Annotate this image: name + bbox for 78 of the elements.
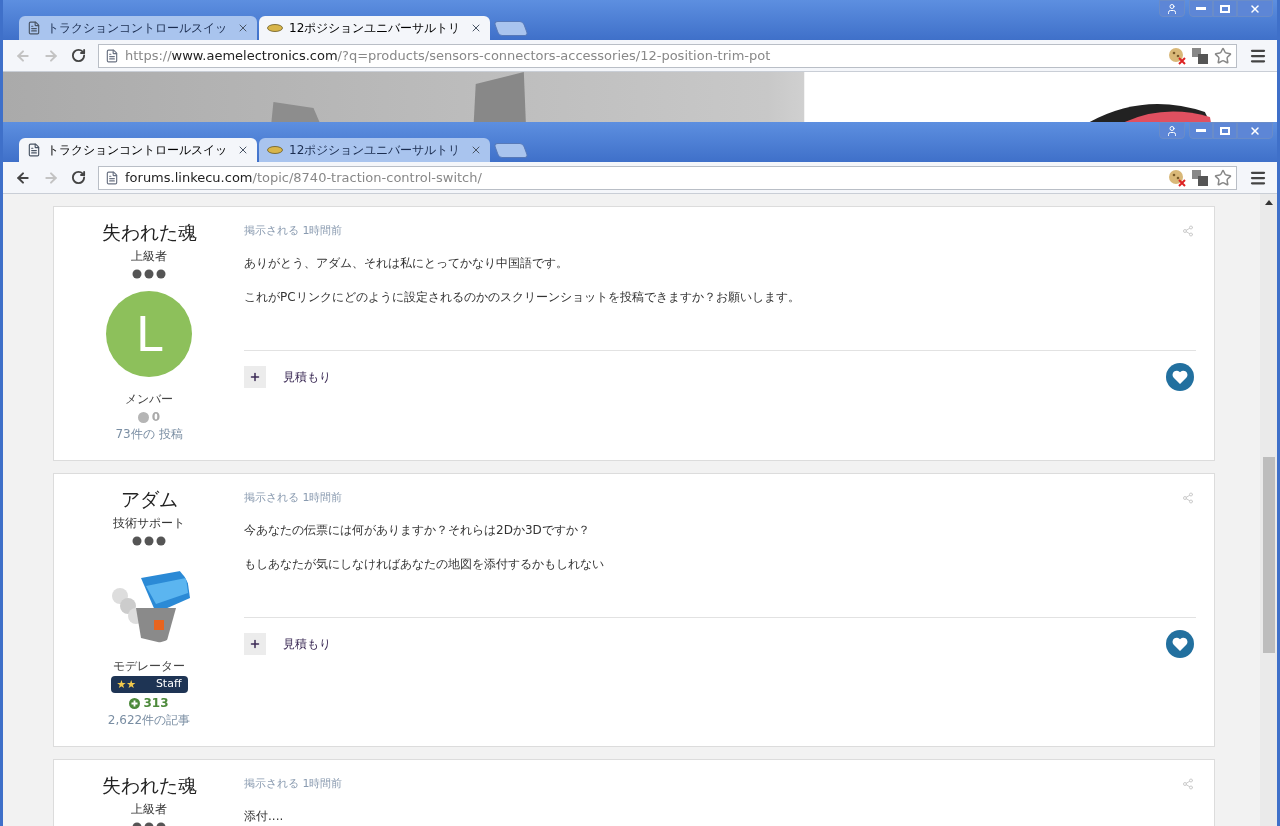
bookmark-star-icon[interactable] bbox=[1214, 168, 1232, 187]
user-icon bbox=[1166, 2, 1178, 15]
browser-tab[interactable]: トラクションコントロールスイッ bbox=[19, 138, 257, 162]
badge-stars: ★★ bbox=[116, 679, 137, 690]
close-icon[interactable] bbox=[237, 144, 249, 156]
close-icon bbox=[1249, 124, 1261, 137]
author-name[interactable]: アダム bbox=[120, 486, 178, 512]
close-button[interactable] bbox=[1237, 122, 1273, 139]
close-icon bbox=[1249, 2, 1261, 15]
user-icon bbox=[1166, 124, 1178, 137]
scroll-up-icon[interactable] bbox=[1264, 200, 1273, 205]
url-text: forums.linkecu.com/topic/8740-traction-control-switch/ bbox=[125, 168, 483, 187]
url-text: https://www.aemelectronics.com/?q=products/sensors-connectors-accessories/12-position-trim-pot bbox=[125, 46, 772, 65]
page-icon bbox=[27, 21, 41, 35]
oval-logo-icon bbox=[267, 146, 283, 154]
post-count[interactable]: 73件の 投稿 bbox=[115, 426, 183, 442]
page-icon bbox=[105, 170, 119, 185]
maximize-button[interactable] bbox=[1213, 0, 1237, 17]
like-button[interactable] bbox=[1166, 363, 1194, 391]
page-icon bbox=[105, 48, 119, 63]
member-group: メンバー bbox=[125, 391, 173, 407]
page-icon bbox=[27, 143, 41, 157]
quote-link[interactable]: 見積もり bbox=[283, 635, 331, 653]
post-paragraph: 添付.... bbox=[244, 807, 285, 825]
reload-icon[interactable] bbox=[71, 48, 86, 63]
profile-button[interactable] bbox=[1159, 122, 1185, 139]
post-paragraph: もしあなたが気にしなければあなたの地図を添付するかもしれない bbox=[244, 555, 605, 573]
back-icon[interactable] bbox=[15, 169, 31, 186]
reload-icon[interactable] bbox=[71, 170, 86, 185]
author-name[interactable]: 失われた魂 bbox=[101, 772, 197, 798]
browser-tab[interactable]: トラクションコントロールスイッ bbox=[19, 16, 257, 40]
multiquote-button[interactable] bbox=[244, 366, 266, 388]
reputation-count: 313 bbox=[143, 695, 169, 712]
new-tab-button[interactable] bbox=[493, 21, 529, 36]
bookmark-star-icon[interactable] bbox=[1214, 46, 1232, 65]
member-rank: 上級者 bbox=[131, 248, 167, 265]
close-icon[interactable] bbox=[237, 22, 249, 34]
post-time: 掲示される 1時間前 bbox=[244, 776, 343, 792]
member-rank: 上級者 bbox=[131, 801, 167, 818]
member-rank: 技術サポート bbox=[113, 515, 185, 532]
tab-title: トラクションコントロールスイッ bbox=[47, 20, 228, 37]
cookie-blocked-icon bbox=[1168, 168, 1186, 187]
post-paragraph: これがPCリンクにどのように設定されるのかのスクリーンショットを投稿できますか？お願いします。 bbox=[244, 288, 801, 306]
scrollbar[interactable] bbox=[1260, 194, 1277, 826]
profile-button[interactable] bbox=[1159, 0, 1185, 17]
badge-label: Staff bbox=[155, 676, 182, 693]
heart-icon bbox=[1172, 637, 1188, 651]
oval-logo-icon bbox=[267, 24, 283, 32]
tab-title: トラクションコントロールスイッ bbox=[47, 142, 228, 159]
minimize-button[interactable] bbox=[1189, 122, 1213, 139]
plus-icon bbox=[249, 371, 261, 383]
reputation-count: 0 bbox=[151, 409, 161, 426]
author-name[interactable]: 失われた魂 bbox=[101, 219, 197, 245]
tab-title: 12ポジションユニバーサルトリ bbox=[289, 20, 462, 37]
rank-pips-icon bbox=[132, 269, 166, 279]
address-bar[interactable]: https://www.aemelectronics.com/?q=products/sensors-connectors-accessories/12-position-trim-pot bbox=[98, 43, 1237, 68]
post-paragraph: ありがとう、アダム、それは私にとってかなり中国語です。 bbox=[244, 254, 569, 272]
cookie-blocked-icon bbox=[1168, 46, 1186, 65]
post-count[interactable]: 2,622件の記事 bbox=[107, 712, 191, 728]
like-button[interactable] bbox=[1166, 630, 1194, 658]
new-tab-button[interactable] bbox=[493, 143, 529, 158]
rank-pips-icon bbox=[132, 536, 166, 546]
post-time: 掲示される 1時間前 bbox=[244, 490, 343, 506]
plus-icon bbox=[249, 638, 261, 650]
browser-tab[interactable]: 12ポジションユニバーサルトリ bbox=[259, 16, 491, 40]
multiquote-button[interactable] bbox=[244, 633, 266, 655]
close-button[interactable] bbox=[1237, 0, 1273, 17]
address-bar[interactable]: forums.linkecu.com/topic/8740-traction-control-switch/ bbox=[98, 165, 1237, 190]
minimize-button[interactable] bbox=[1189, 0, 1213, 17]
browser-tab[interactable]: 12ポジションユニバーサルトリ bbox=[259, 138, 491, 162]
post-paragraph: 今あなたの伝票には何がありますか？それらは2Dか3Dですか？ bbox=[244, 521, 591, 539]
heart-icon bbox=[1172, 370, 1188, 384]
quote-link[interactable]: 見積もり bbox=[283, 368, 331, 386]
scrollbar-thumb[interactable] bbox=[1262, 457, 1275, 653]
post-time: 掲示される 1時間前 bbox=[244, 223, 343, 239]
tab-title: 12ポジションユニバーサルトリ bbox=[289, 142, 462, 159]
member-group: モデレーター bbox=[113, 658, 185, 674]
maximize-button[interactable] bbox=[1213, 122, 1237, 139]
